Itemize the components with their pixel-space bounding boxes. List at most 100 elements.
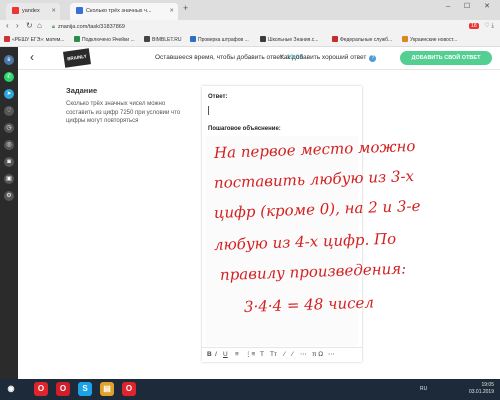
history-icon[interactable]: ◷ <box>4 123 14 133</box>
bookmark-label: Украинские новост... <box>410 37 458 43</box>
home-icon[interactable]: ⌂ <box>37 21 42 30</box>
more-button[interactable]: ⋯ <box>300 348 307 362</box>
bookmark-label: Проверка штрафов ... <box>198 37 249 43</box>
address-bar: ‹ › ↻ ⌂ 🔒︎ znanija.com/task/31837869 18 ♡… <box>0 20 500 34</box>
bold-button[interactable]: B <box>207 348 212 362</box>
bookmark-label: Подключено Ячейки ... <box>82 37 135 43</box>
bookmark-item[interactable]: Украинские новост... <box>402 36 457 43</box>
back-icon[interactable]: ‹ <box>6 21 9 30</box>
bookmark-favicon-icon <box>332 36 338 42</box>
bookmark-item[interactable]: BIMBLET.RU <box>144 36 181 43</box>
opera-gx-icon[interactable]: O <box>56 382 70 396</box>
font-button[interactable]: T <box>260 348 264 362</box>
italic-button[interactable]: I <box>215 348 217 362</box>
symbols-button[interactable]: π Ω <box>312 348 323 362</box>
answer-label: Ответ: <box>208 94 228 100</box>
yandex-favicon-icon <box>12 7 19 15</box>
language-indicator[interactable]: RU <box>420 386 427 392</box>
bookmark-item[interactable]: Проверка штрафов ... <box>190 36 249 43</box>
skype-icon[interactable]: S <box>78 382 92 396</box>
font-size-button[interactable]: Tт <box>270 348 277 362</box>
bookmark-label: Школьные Знания.c... <box>268 37 319 43</box>
bookmark-favicon-icon <box>260 36 266 42</box>
bookmarks-bar: «РЕШУ ЕГЭ»: матем... Подключено Ячейки ..… <box>0 34 500 47</box>
system-clock[interactable]: 19:05 03.01.2019 <box>469 382 494 396</box>
bookmark-favicon-icon <box>402 36 408 42</box>
explorer-icon[interactable]: ▤ <box>100 382 114 396</box>
howto-link[interactable]: Как добавить хороший ответ? <box>280 54 377 62</box>
bookmark-label: Федеральные служб... <box>340 37 393 43</box>
underline-button[interactable]: U <box>223 348 228 362</box>
tab-label: Сколько трёх значных ч... <box>86 8 152 14</box>
start-icon[interactable]: ◉ <box>4 382 18 396</box>
timer-label: Оставшееся время, чтобы добавить ответ: <box>155 54 285 61</box>
close-tab-icon[interactable]: ✕ <box>169 3 174 20</box>
browser-sidebar: в ✆ ➤ ♡ ◷ ◎ ◙ ▣ ⚙ <box>0 47 18 379</box>
opera-icon[interactable]: O <box>34 382 48 396</box>
bookmark-label: «РЕШУ ЕГЭ»: матем... <box>12 37 65 43</box>
superscript-button[interactable]: ⁄ <box>292 348 293 362</box>
brainly-header: ‹ BRAINLY Оставшееся время, чтобы добави… <box>18 47 500 70</box>
handwriting-line: правилу произведения: <box>219 259 407 284</box>
windows-taskbar: RU 19:05 03.01.2019 ◉ O O S ▤ O <box>0 379 500 400</box>
heart-icon[interactable]: ♡ <box>484 23 489 29</box>
lock-icon: 🔒︎ <box>52 24 55 30</box>
camera-icon[interactable]: ◙ <box>4 157 14 167</box>
handwriting-line: цифр (кроме 0), на 2 и 3-е <box>213 196 421 222</box>
more-options-button[interactable]: ⋯ <box>328 348 335 362</box>
telegram-icon[interactable]: ➤ <box>4 89 14 99</box>
handwriting-line: поставить любую из 3-х <box>213 167 415 192</box>
settings-icon[interactable]: ⚙ <box>4 191 14 201</box>
notification-badge[interactable]: 18 <box>469 23 479 29</box>
handwriting-line: любую из 4-х цифр. По <box>213 229 397 254</box>
browser-tab-bar: yandex ✕ Сколько трёх значных ч... ✕ + –… <box>0 0 500 20</box>
opera-task-icon[interactable]: O <box>122 382 136 396</box>
task-title: Задание <box>66 86 98 95</box>
list-button[interactable]: ⋮≡ <box>245 348 255 362</box>
url-text: znanija.com/task/31837869 <box>57 24 125 30</box>
handwriting-line: 3·4·4 = 48 чисел <box>243 293 375 316</box>
bookmark-favicon-icon <box>4 36 10 42</box>
speed-icon[interactable]: ◎ <box>4 140 14 150</box>
download-icon[interactable]: ⤓ <box>491 23 494 29</box>
window-controls[interactable]: – ☐ ✕ <box>446 2 496 10</box>
forward-icon[interactable]: › <box>16 21 19 30</box>
address-bar-tools: 18 ♡ ⤓ <box>469 22 494 30</box>
editor-toolbar: B I U ≡ ⋮≡ T Tт ⁄ ⁄ ⋯ π Ω ⋯ <box>202 347 362 362</box>
tab-yandex[interactable]: yandex ✕ <box>6 3 60 20</box>
task-text: Сколько трёх значных чисел можно состави… <box>66 101 181 124</box>
bookmark-icon[interactable]: ♡ <box>4 106 14 116</box>
whatsapp-icon[interactable]: ✆ <box>4 72 14 82</box>
vk-icon[interactable]: в <box>4 55 14 65</box>
bookmark-item[interactable]: Школьные Знания.c... <box>260 36 318 43</box>
handwritten-photo: На первое место можно поставить любую из… <box>206 136 421 346</box>
answer-panel: Ответ: Пошаговое объяснение: На первое м… <box>202 86 421 362</box>
tab-znanija[interactable]: Сколько трёх значных ч... ✕ <box>70 3 178 20</box>
back-arrow-icon[interactable]: ‹ <box>30 50 34 64</box>
handwriting-line: На первое место можно <box>213 136 416 162</box>
reload-icon[interactable]: ↻ <box>26 21 33 30</box>
bookmark-favicon-icon <box>190 36 196 42</box>
bookmark-favicon-icon <box>144 36 150 42</box>
howto-label: Как добавить хороший ответ <box>280 54 367 61</box>
help-icon: ? <box>369 55 377 62</box>
tab-label: yandex <box>22 8 40 14</box>
bookmark-favicon-icon <box>74 36 80 42</box>
znanija-favicon-icon <box>76 7 83 15</box>
new-tab-button[interactable]: + <box>183 3 188 13</box>
close-tab-icon[interactable]: ✕ <box>51 3 56 20</box>
subscript-button[interactable]: ⁄ <box>284 348 285 362</box>
bookmark-item[interactable]: «РЕШУ ЕГЭ»: матем... <box>4 36 65 43</box>
clock-date: 03.01.2019 <box>468 389 494 395</box>
explanation-label: Пошаговое объяснение: <box>208 126 281 132</box>
brainly-logo[interactable]: BRAINLY <box>63 48 91 68</box>
url-field[interactable]: 🔒︎ znanija.com/task/31837869 <box>52 22 252 32</box>
align-button[interactable]: ≡ <box>235 348 239 362</box>
bookmark-item[interactable]: Подключено Ячейки ... <box>74 36 135 43</box>
add-answer-button[interactable]: ДОБАВИТЬ СВОЙ ОТВЕТ <box>400 51 492 65</box>
text-cursor[interactable] <box>208 106 209 115</box>
clock-time: 19:05 <box>481 382 494 388</box>
news-icon[interactable]: ▣ <box>4 174 14 184</box>
bookmark-item[interactable]: Федеральные служб... <box>332 36 392 43</box>
bookmark-label: BIMBLET.RU <box>152 37 182 43</box>
